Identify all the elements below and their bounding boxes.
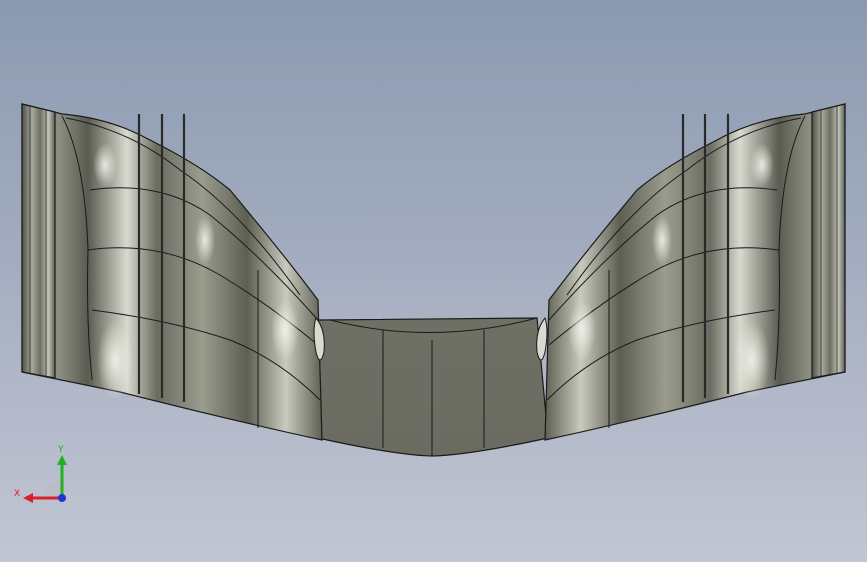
wing-right-endplate[interactable] [811, 103, 846, 379]
graphics-viewport[interactable]: Y X [0, 0, 867, 562]
y-axis-label: Y [57, 445, 64, 455]
z-axis-dot [58, 494, 66, 502]
wing-center-section[interactable] [317, 317, 549, 457]
wing-right-flap-assembly[interactable] [544, 103, 846, 441]
wing-left-flap-assembly[interactable] [21, 103, 323, 441]
x-axis-label: X [14, 489, 20, 499]
axis-triad-icon: Y X [14, 445, 67, 503]
wing-left-endplate[interactable] [21, 103, 56, 379]
cad-model-front-wing[interactable] [0, 0, 867, 562]
